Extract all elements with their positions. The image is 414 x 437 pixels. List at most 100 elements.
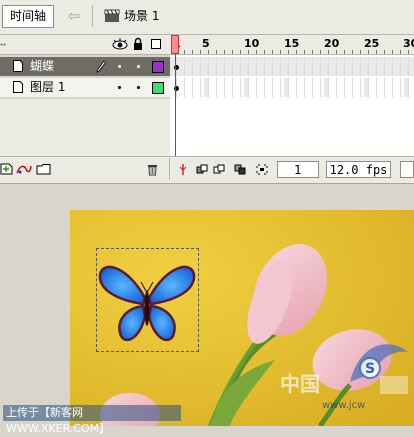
frame-cell[interactable] bbox=[340, 57, 345, 76]
layer-color-swatch[interactable] bbox=[152, 61, 164, 73]
watermark-url: www.jcw bbox=[322, 400, 366, 411]
frame-cell[interactable] bbox=[284, 57, 289, 76]
ruler-label: 30 bbox=[403, 37, 414, 50]
add-motion-guide-icon[interactable] bbox=[16, 163, 32, 175]
frame-ruler[interactable]: 1 5 10 15 20 25 30 bbox=[170, 35, 414, 54]
visibility-dot[interactable] bbox=[118, 65, 121, 68]
frame-cell[interactable] bbox=[236, 57, 241, 76]
center-frame-icon[interactable] bbox=[177, 164, 189, 175]
frame-row-layer1[interactable] bbox=[170, 78, 414, 97]
frame-cell[interactable] bbox=[348, 78, 353, 97]
frame-cell[interactable] bbox=[372, 57, 377, 76]
frame-cell[interactable] bbox=[244, 78, 249, 97]
frame-cell[interactable] bbox=[284, 78, 289, 97]
horizontal-scrollbar[interactable] bbox=[400, 161, 414, 178]
ruler-tick bbox=[360, 50, 361, 54]
frame-cell[interactable] bbox=[332, 78, 337, 97]
layer-row-butterfly[interactable]: 蝴蝶 bbox=[0, 57, 170, 76]
frame-cell[interactable] bbox=[292, 78, 297, 97]
frame-cell[interactable] bbox=[348, 57, 353, 76]
frame-cell[interactable] bbox=[380, 78, 385, 97]
frame-cell[interactable] bbox=[212, 78, 217, 97]
frame-cell[interactable] bbox=[252, 78, 257, 97]
frame-cell[interactable] bbox=[236, 78, 241, 97]
visibility-dot[interactable] bbox=[118, 86, 121, 89]
frame-cell[interactable] bbox=[212, 57, 217, 76]
insert-folder-icon[interactable] bbox=[36, 163, 51, 175]
frame-cell[interactable] bbox=[188, 78, 193, 97]
frame-cell[interactable] bbox=[180, 78, 185, 97]
frame-cell[interactable] bbox=[276, 78, 281, 97]
frame-cell[interactable] bbox=[380, 57, 385, 76]
frame-grid[interactable] bbox=[170, 55, 414, 100]
frame-cell[interactable] bbox=[324, 78, 329, 97]
frame-cell[interactable] bbox=[332, 57, 337, 76]
frame-cell[interactable] bbox=[396, 78, 401, 97]
lock-dot[interactable] bbox=[137, 86, 140, 89]
onion-skin-icon[interactable] bbox=[196, 164, 208, 175]
frame-cell[interactable] bbox=[300, 57, 305, 76]
frame-cell[interactable] bbox=[220, 78, 225, 97]
frame-cell[interactable] bbox=[204, 78, 209, 97]
frame-cell[interactable] bbox=[308, 78, 313, 97]
frame-cell[interactable] bbox=[300, 78, 305, 97]
ruler-tick bbox=[392, 50, 393, 54]
panel-grip-icon[interactable] bbox=[0, 43, 6, 46]
frame-cell[interactable] bbox=[324, 57, 329, 76]
frame-cell[interactable] bbox=[316, 57, 321, 76]
frame-cell[interactable] bbox=[316, 78, 321, 97]
frame-cell[interactable] bbox=[292, 57, 297, 76]
playhead-handle[interactable] bbox=[171, 35, 179, 54]
frame-cell[interactable] bbox=[196, 78, 201, 97]
onion-skin-outlines-icon[interactable] bbox=[213, 164, 225, 175]
frame-cell[interactable] bbox=[404, 57, 409, 76]
butterfly-symbol[interactable] bbox=[97, 260, 197, 346]
frame-cell[interactable] bbox=[364, 57, 369, 76]
frame-cell[interactable] bbox=[268, 57, 273, 76]
ruler-tick bbox=[400, 50, 401, 54]
frame-cell[interactable] bbox=[220, 57, 225, 76]
back-arrow-icon[interactable]: ⇦ bbox=[64, 7, 84, 25]
layer-row-layer1[interactable]: 图层 1 bbox=[0, 78, 170, 97]
modify-onion-markers-icon[interactable] bbox=[256, 164, 268, 175]
frame-cell[interactable] bbox=[244, 57, 249, 76]
edit-multiple-frames-icon[interactable] bbox=[234, 164, 246, 175]
svg-text:S: S bbox=[365, 361, 375, 377]
ruler-label: 25 bbox=[364, 37, 380, 50]
delete-layer-trash-icon[interactable] bbox=[147, 163, 158, 176]
layer-color-swatch[interactable] bbox=[152, 82, 164, 94]
frame-cell[interactable] bbox=[364, 78, 369, 97]
lock-icon[interactable] bbox=[133, 37, 143, 51]
frame-row-butterfly[interactable] bbox=[170, 57, 414, 76]
frame-cell[interactable] bbox=[308, 57, 313, 76]
status-bar-divider bbox=[169, 158, 170, 180]
frame-cell[interactable] bbox=[180, 57, 185, 76]
frame-cell[interactable] bbox=[388, 78, 393, 97]
outline-toggle-icon[interactable] bbox=[151, 39, 161, 49]
timeline-toggle-button[interactable]: 时间轴 bbox=[2, 5, 54, 28]
lock-dot[interactable] bbox=[137, 65, 140, 68]
frame-cell[interactable] bbox=[276, 57, 281, 76]
frame-cell[interactable] bbox=[260, 78, 265, 97]
frame-cell[interactable] bbox=[260, 57, 265, 76]
show-hide-eye-icon[interactable] bbox=[112, 37, 128, 51]
frame-cell[interactable] bbox=[396, 57, 401, 76]
add-layer-icon[interactable] bbox=[0, 163, 13, 175]
frame-cell[interactable] bbox=[228, 57, 233, 76]
frame-cell[interactable] bbox=[204, 57, 209, 76]
frame-rate-field[interactable]: 12.0 fps bbox=[326, 161, 391, 178]
frame-cell[interactable] bbox=[188, 57, 193, 76]
frame-cell[interactable] bbox=[228, 78, 233, 97]
frame-cell[interactable] bbox=[372, 78, 377, 97]
ruler-tick bbox=[248, 50, 249, 54]
frame-cell[interactable] bbox=[356, 57, 361, 76]
frame-cell[interactable] bbox=[340, 78, 345, 97]
frame-cell[interactable] bbox=[404, 78, 409, 97]
current-frame-field[interactable]: 1 bbox=[277, 161, 319, 178]
frame-cell[interactable] bbox=[268, 78, 273, 97]
frame-cell[interactable] bbox=[252, 57, 257, 76]
frame-cell[interactable] bbox=[388, 57, 393, 76]
frame-cell[interactable] bbox=[356, 78, 361, 97]
frame-cell[interactable] bbox=[196, 57, 201, 76]
ruler-tick bbox=[232, 50, 233, 54]
